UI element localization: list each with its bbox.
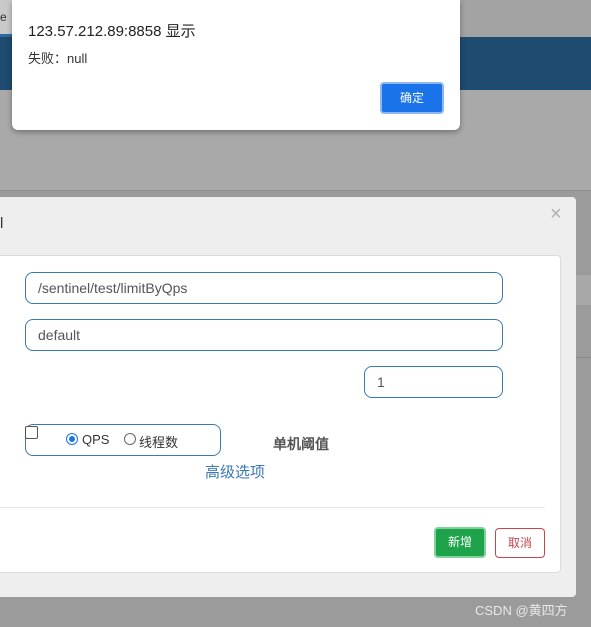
body-footer-divider xyxy=(0,507,545,508)
radio-qps[interactable] xyxy=(66,433,78,445)
add-flow-rule-modal: l × QPS 线程数 单机阈值 高级选项 新增 取消 xyxy=(0,197,576,597)
advanced-options-link[interactable]: 高级选项 xyxy=(205,461,265,482)
browser-tab-label: e xyxy=(0,10,7,24)
modal-title: l xyxy=(0,215,4,232)
cancel-button[interactable]: 取消 xyxy=(495,528,545,558)
alert-title: 123.57.212.89:8858 显示 xyxy=(28,23,196,40)
watermark: CSDN @黄四方 xyxy=(475,603,568,618)
background-divider xyxy=(0,190,591,191)
alert-ok-button[interactable]: 确定 xyxy=(380,82,444,114)
browser-alert-dialog: 123.57.212.89:8858 显示 失败：null 确定 xyxy=(12,0,460,130)
cluster-mode-checkbox[interactable] xyxy=(25,426,38,439)
add-button[interactable]: 新增 xyxy=(434,527,486,558)
threshold-input[interactable] xyxy=(364,366,503,398)
alert-message: 失败：null xyxy=(28,51,88,66)
radio-thread-count[interactable] xyxy=(124,433,136,445)
threshold-label: 单机阈值 xyxy=(273,436,329,452)
radio-thread-count-label: 线程数 xyxy=(139,435,179,450)
modal-body: QPS 线程数 单机阈值 高级选项 新增 取消 xyxy=(0,255,561,573)
radio-qps-label: QPS xyxy=(82,432,110,447)
close-icon[interactable]: × xyxy=(550,203,562,226)
background-table-row xyxy=(575,275,591,305)
origin-app-input[interactable] xyxy=(25,319,503,351)
resource-name-input[interactable] xyxy=(25,272,503,304)
threshold-type-group: QPS 线程数 xyxy=(25,424,221,456)
background-table-divider xyxy=(575,357,591,358)
